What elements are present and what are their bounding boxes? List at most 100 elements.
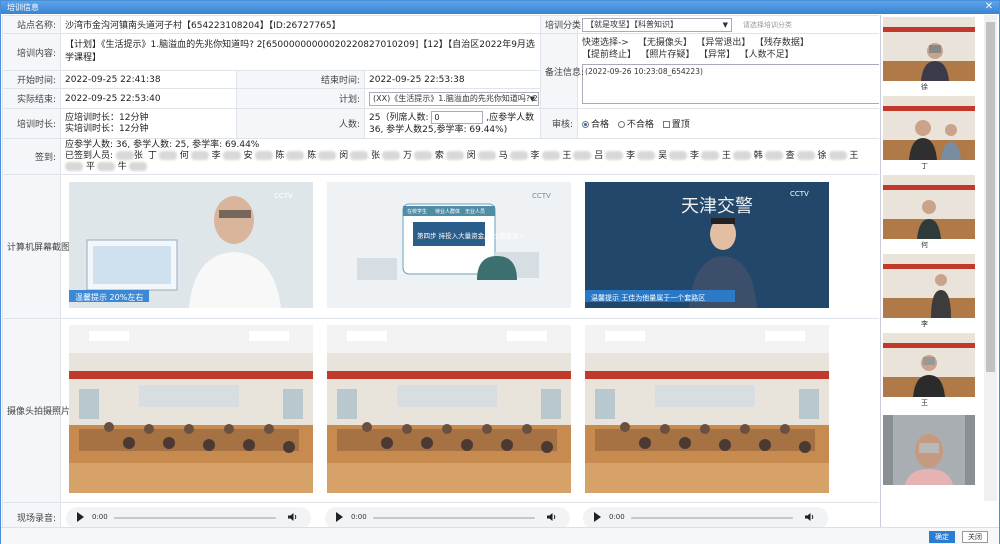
audit-label: 审核: <box>540 108 579 139</box>
screen-capture-2[interactable]: 在校学生 待业人群体 无业人员 第四步 持投入大量资金后 拉黑受害人 CCTV <box>327 182 571 308</box>
quick-item[interactable]: 【人数不足】 <box>744 50 794 60</box>
window-title: 培训信息 <box>7 3 39 12</box>
audio-label: 现场录音: <box>2 502 61 527</box>
screen-label: 计算机屏幕截图: <box>2 174 73 319</box>
start-value: 2022-09-25 22:41:38 <box>60 70 237 89</box>
site-value: 沙湾市金沟河镇南头道河子村【654223108204】【ID:26727765】 <box>59 15 542 34</box>
chevron-down-icon: ▼ <box>529 94 535 103</box>
title-bar: 培训信息 ✕ <box>1 1 999 14</box>
participant-name: 丁 <box>921 162 928 170</box>
quick-item[interactable]: 【照片存疑】 <box>645 50 695 60</box>
camera-photo-2[interactable] <box>327 325 571 493</box>
quick-select: 快速选择-> 【无摄像头】 【异常退出】 【残存数据】【提前终止】 【照片存疑】 【异常】… <box>582 37 875 61</box>
participant-photo[interactable] <box>883 333 975 397</box>
participant-photo[interactable] <box>883 17 975 81</box>
attendee-count-input[interactable]: 0 <box>431 111 484 124</box>
content-value: 【计划】《生活提示》1.脑溢血的先兆你知道吗? 2[65000000000020… <box>59 33 542 71</box>
participant-photo[interactable] <box>883 96 975 160</box>
close-button[interactable]: 关闭 <box>962 531 988 543</box>
audit-fail-label: 不合格 <box>626 120 654 130</box>
participant-photo[interactable] <box>883 415 975 485</box>
sign-label: 签到: <box>2 138 61 175</box>
audio-player-3[interactable]: 0:00 <box>583 507 828 527</box>
duration-actual: 实培训时长：12分钟 <box>65 123 149 134</box>
svg-text:无业人员: 无业人员 <box>465 208 485 215</box>
remark-label: 备注信息: <box>540 33 584 109</box>
participant-name: 何 <box>921 241 928 249</box>
camera-photo-3[interactable] <box>585 325 829 493</box>
screen-caption: 温馨提示 王佳为他量属于一个套路区 <box>591 293 705 302</box>
content-label: 培训内容: <box>2 33 61 71</box>
audio-time: 0:00 <box>351 513 367 521</box>
play-icon[interactable] <box>77 512 84 522</box>
end-label: 结束时间: <box>236 70 365 89</box>
audio-progress-track[interactable] <box>114 517 276 519</box>
dialog-window: 培训信息 ✕ 站点名称: 沙湾市金沟河镇南头道河子村【654223108204】… <box>0 0 1000 544</box>
channel-logo: CCTV <box>790 190 809 198</box>
duration-required: 应培训时长：12分钟 <box>65 112 149 123</box>
ok-button[interactable]: 确定 <box>929 531 955 543</box>
category-hint: 请选择培训分类 <box>742 21 792 29</box>
pin-checkbox[interactable] <box>662 121 670 128</box>
volume-icon[interactable] <box>805 512 815 522</box>
scrollbar-thumb[interactable] <box>986 22 995 372</box>
vertical-scrollbar[interactable] <box>984 15 997 501</box>
actual-end-value: 2022-09-25 22:53:40 <box>60 88 237 109</box>
plan-label: 计划: <box>236 88 365 109</box>
banner-text: 天津交警 <box>681 196 753 217</box>
volume-icon[interactable] <box>547 512 557 522</box>
play-icon[interactable] <box>336 512 343 522</box>
participant-photo-strip: 徐 丁 何 李 王 <box>880 15 983 527</box>
people-label: 人数: <box>236 108 365 139</box>
camera-photo-1[interactable] <box>69 325 313 493</box>
audio-progress-track[interactable] <box>631 517 793 519</box>
actual-end-label: 实际结束: <box>2 88 61 109</box>
end-value: 2022-09-25 22:53:38 <box>363 70 542 89</box>
sign-list: 已签到人员: 张 丁 何 李 安 陈 陈 闵 张 万 索 闵 马 李 王 吕 李… <box>65 151 859 172</box>
audio-player-2[interactable]: 0:00 <box>325 507 570 527</box>
site-label: 站点名称: <box>2 15 61 34</box>
audit-fail-radio[interactable] <box>617 121 625 128</box>
svg-text:待业人群体: 待业人群体 <box>435 208 460 215</box>
screen-capture-1[interactable]: 温馨提示 20%左右 CCTV <box>69 182 313 308</box>
chevron-down-icon: ▼ <box>722 20 729 29</box>
remark-textarea[interactable]: (2022-09-26 10:23:08_654223) <box>582 64 879 104</box>
form-area: 站点名称: 沙湾市金沟河镇南头道河子村【654223108204】【ID:267… <box>2 15 879 527</box>
quick-item[interactable]: 【提前终止】 <box>582 50 636 60</box>
duration-label: 培训时长: <box>2 108 61 139</box>
dialog-footer: 确定 关闭 <box>1 527 999 544</box>
quick-prefix: 快速选择-> <box>582 38 629 48</box>
category-select[interactable]: 【就是攻坚】【科普知识】 ▼ <box>582 17 733 32</box>
quick-item[interactable]: 【异常】 <box>704 50 736 60</box>
camera-label: 摄像头拍摄照片: <box>2 318 73 503</box>
sign-prefix: 已签到人员: <box>65 151 114 161</box>
audio-time: 0:00 <box>92 513 108 521</box>
stats-line: 应参学人数: 36, 参学人数: 25, 参学率: 69.44% <box>65 140 260 150</box>
svg-text:在校学生: 在校学生 <box>407 208 427 215</box>
volume-icon[interactable] <box>288 512 298 522</box>
screen-caption: 温馨提示 20%左右 <box>75 292 143 302</box>
channel-logo: CCTV <box>532 192 551 200</box>
audio-progress-track[interactable] <box>373 517 535 519</box>
quick-item[interactable]: 【无摄像头】 <box>638 38 692 48</box>
people-prefix: 25（列席人数: <box>369 113 429 123</box>
participant-photo[interactable] <box>883 254 975 318</box>
participant-name: 王 <box>921 399 928 407</box>
screen-capture-3[interactable]: 天津交警 温馨提示 王佳为他量属于一个套路区 CCTV <box>585 182 829 308</box>
pin-label: 置顶 <box>671 120 690 130</box>
quick-item[interactable]: 【异常退出】 <box>701 38 751 48</box>
start-label: 开始时间: <box>2 70 61 89</box>
channel-logo: CCTV <box>274 192 293 200</box>
plan-select[interactable]: (XX)《生活提示》1.脑溢血的先兆你知道吗? 2.诈骗案高发年轻人更要警惕3.… <box>369 91 539 106</box>
quick-item[interactable]: 【残存数据】 <box>759 38 809 48</box>
participant-name: 李 <box>921 320 928 328</box>
audit-pass-radio[interactable] <box>582 121 590 128</box>
category-label: 培训分类: <box>540 15 584 34</box>
participant-photo[interactable] <box>883 175 975 239</box>
close-icon[interactable]: ✕ <box>983 1 995 13</box>
audio-time: 0:00 <box>609 513 625 521</box>
screen-caption: 第四步 持投入大量资金后 拉黑受害人 <box>417 231 526 240</box>
audio-player-1[interactable]: 0:00 <box>66 507 311 527</box>
participant-name: 徐 <box>921 83 928 91</box>
play-icon[interactable] <box>594 512 601 522</box>
